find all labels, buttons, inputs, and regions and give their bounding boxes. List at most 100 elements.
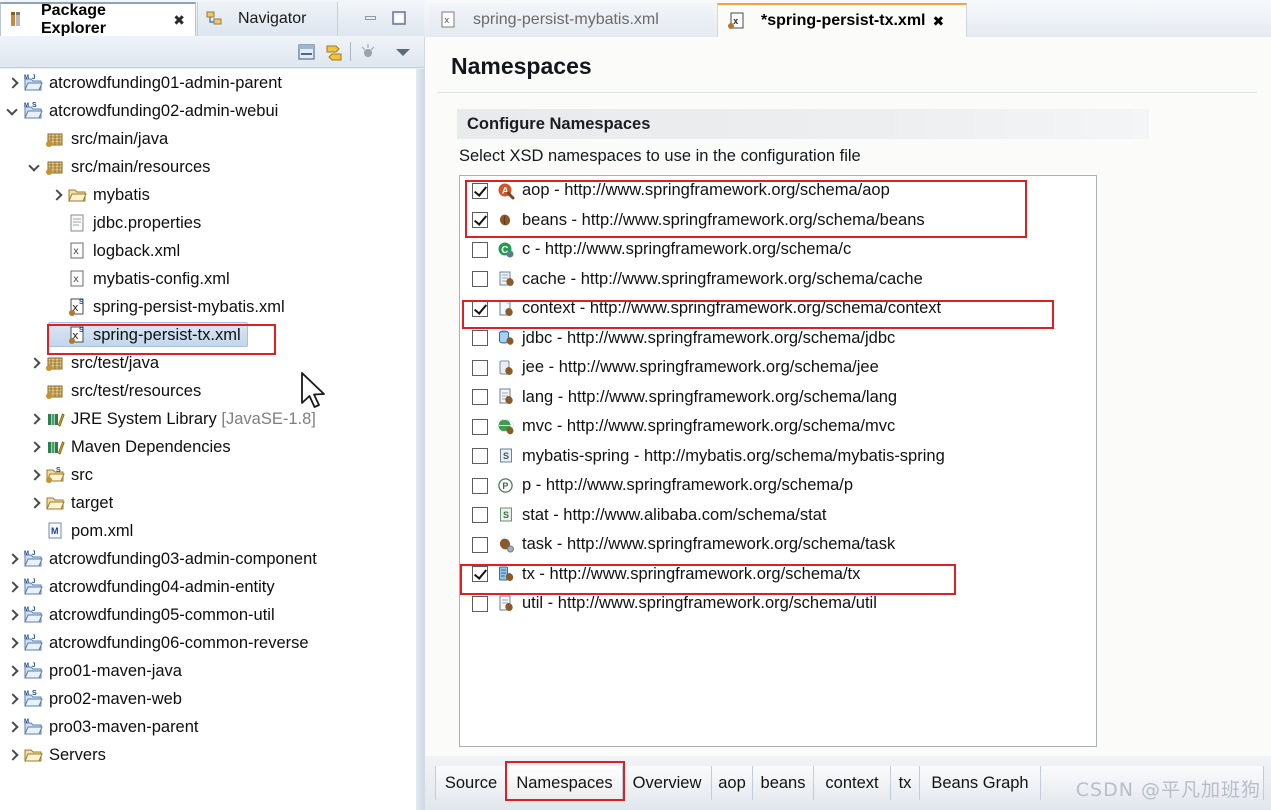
editor-tab-spring-persist-mybatis[interactable]: x spring-persist-mybatis.xml — [430, 3, 713, 37]
namespace-checkbox[interactable] — [472, 389, 488, 406]
tree-item[interactable]: src/test/resources — [0, 377, 416, 405]
tree-item[interactable]: x logback.xml — [0, 237, 416, 265]
tree-item[interactable]: M Jatcrowdfunding03-admin-component — [0, 545, 416, 573]
editor-tab-spring-persist-tx[interactable]: x *spring-persist-tx.xml ✖ — [717, 3, 967, 37]
chevron-down-icon[interactable] — [28, 160, 42, 174]
tree-item[interactable]: Ssrc — [0, 461, 416, 489]
namespace-checkbox[interactable] — [472, 507, 488, 524]
tree-item-label: atcrowdfunding03-admin-component — [49, 549, 317, 568]
chevron-right-icon[interactable] — [6, 76, 20, 90]
chevron-right-icon[interactable] — [6, 608, 20, 622]
chevron-right-icon[interactable] — [6, 748, 20, 762]
form-tab-namespaces[interactable]: Namespaces — [506, 766, 623, 800]
tree-item-label: src/test/resources — [71, 381, 202, 400]
chevron-right-icon[interactable] — [6, 552, 20, 566]
namespace-checkbox[interactable] — [472, 182, 488, 199]
namespace-checkbox[interactable] — [472, 595, 488, 612]
minimize-icon[interactable] — [362, 10, 380, 26]
namespace-checkbox[interactable] — [472, 418, 488, 435]
tree-item[interactable]: M Jatcrowdfunding05-common-util — [0, 601, 416, 629]
namespace-row[interactable]: jdbc - http://www.springframework.org/sc… — [460, 324, 1096, 354]
namespace-checkbox[interactable] — [472, 536, 488, 553]
form-tab-beans[interactable]: beans — [752, 766, 814, 800]
namespace-row[interactable]: cache - http://www.springframework.org/s… — [460, 265, 1096, 295]
namespace-row[interactable]: jee - http://www.springframework.org/sch… — [460, 353, 1096, 383]
form-tab-beans-graph[interactable]: Beans Graph — [919, 766, 1041, 800]
spring-xml-file-icon: x — [728, 12, 748, 30]
namespace-row[interactable]: Sstat - http://www.alibaba.com/schema/st… — [460, 501, 1096, 531]
close-icon[interactable]: ✖ — [932, 13, 944, 30]
form-tab-overview[interactable]: Overview — [622, 766, 712, 800]
form-tab-context[interactable]: context — [813, 766, 891, 800]
tree-item[interactable]: M Jpro01-maven-java — [0, 657, 416, 685]
namespace-list[interactable]: Aaop - http://www.springframework.org/sc… — [459, 175, 1097, 747]
form-tab-tx[interactable]: tx — [890, 766, 920, 800]
namespace-checkbox[interactable] — [472, 477, 488, 494]
chevron-right-icon[interactable] — [28, 468, 42, 482]
maximize-icon[interactable] — [390, 10, 408, 26]
tree-item[interactable]: jdbc.properties — [0, 209, 416, 237]
project-tree[interactable]: M Jatcrowdfunding01-admin-parent M Satcrowd… — [0, 69, 416, 810]
tree-item[interactable]: src/main/resources — [0, 153, 416, 181]
tree-item[interactable]: M Satcrowdfunding02-admin-webui — [0, 97, 416, 125]
tree-item[interactable]: M Spro02-maven-web — [0, 685, 416, 713]
chevron-right-icon[interactable] — [6, 720, 20, 734]
tree-item[interactable]: target — [0, 489, 416, 517]
chevron-down-icon[interactable] — [392, 45, 414, 59]
namespace-row[interactable]: tx - http://www.springframework.org/sche… — [460, 560, 1096, 590]
namespace-row[interactable]: task - http://www.springframework.org/sc… — [460, 530, 1096, 560]
namespace-row[interactable]: lang - http://www.springframework.org/sc… — [460, 383, 1096, 413]
namespace-checkbox[interactable] — [472, 212, 488, 229]
tree-item[interactable]: x S spring-persist-mybatis.xml — [0, 293, 416, 321]
tree-item[interactable]: Mpro03-maven-parent — [0, 713, 416, 741]
namespace-checkbox[interactable] — [472, 271, 488, 288]
tree-item[interactable]: x mybatis-config.xml — [0, 265, 416, 293]
tree-item[interactable]: M Jatcrowdfunding06-common-reverse — [0, 629, 416, 657]
tree-item[interactable]: mybatis — [0, 181, 416, 209]
form-tab-aop[interactable]: aop — [711, 766, 753, 800]
chevron-right-icon[interactable] — [28, 356, 42, 370]
namespace-row[interactable]: context - http://www.springframework.org… — [460, 294, 1096, 324]
namespace-row[interactable]: mvc - http://www.springframework.org/sch… — [460, 412, 1096, 442]
chevron-right-icon[interactable] — [28, 440, 42, 454]
namespace-checkbox[interactable] — [472, 359, 488, 376]
view-tab-package-explorer[interactable]: Package Explorer ✖ — [0, 2, 196, 37]
namespace-label: p - http://www.springframework.org/schem… — [522, 476, 854, 495]
tree-item[interactable]: M Jatcrowdfunding04-admin-entity — [0, 573, 416, 601]
tree-item[interactable]: JRE System Library [JavaSE-1.8] — [0, 405, 416, 433]
tree-item[interactable]: Mpom.xml — [0, 517, 416, 545]
chevron-right-icon[interactable] — [6, 636, 20, 650]
tree-item[interactable]: x S spring-persist-tx.xml — [0, 321, 416, 349]
chevron-right-icon[interactable] — [50, 188, 64, 202]
namespace-row[interactable]: util - http://www.springframework.org/sc… — [460, 589, 1096, 619]
chevron-down-icon[interactable] — [6, 104, 20, 118]
collapse-all-icon[interactable] — [297, 42, 317, 62]
namespace-row[interactable]: beans - http://www.springframework.org/s… — [460, 206, 1096, 236]
chevron-right-icon[interactable] — [28, 496, 42, 510]
tree-item[interactable]: Servers — [0, 741, 416, 769]
close-icon[interactable]: ✖ — [173, 12, 185, 29]
namespace-row[interactable]: Aaop - http://www.springframework.org/sc… — [460, 176, 1096, 206]
namespace-row[interactable]: Smybatis-spring - http://mybatis.org/sch… — [460, 442, 1096, 472]
panel-divider[interactable] — [416, 69, 424, 810]
namespace-row[interactable]: Cc - http://www.springframework.org/sche… — [460, 235, 1096, 265]
namespace-checkbox[interactable] — [472, 566, 488, 583]
namespace-checkbox[interactable] — [472, 330, 488, 347]
tree-item[interactable]: src/test/java — [0, 349, 416, 377]
tree-item[interactable]: M Jatcrowdfunding01-admin-parent — [0, 69, 416, 97]
tree-item[interactable]: Maven Dependencies — [0, 433, 416, 461]
view-tab-navigator[interactable]: Navigator — [197, 2, 338, 36]
namespace-checkbox[interactable] — [472, 241, 488, 258]
tree-item[interactable]: src/main/java — [0, 125, 416, 153]
chevron-right-icon[interactable] — [6, 580, 20, 594]
chevron-right-icon[interactable] — [6, 692, 20, 706]
chevron-right-icon[interactable] — [6, 664, 20, 678]
chevron-right-icon[interactable] — [28, 412, 42, 426]
view-menu-icon[interactable] — [358, 42, 378, 62]
namespace-checkbox[interactable] — [472, 448, 488, 465]
form-tab-source[interactable]: Source — [435, 766, 507, 800]
namespace-prefix: p — [522, 476, 532, 495]
namespace-row[interactable]: Pp - http://www.springframework.org/sche… — [460, 471, 1096, 501]
namespace-checkbox[interactable] — [472, 300, 488, 317]
link-with-editor-icon[interactable] — [324, 42, 344, 62]
